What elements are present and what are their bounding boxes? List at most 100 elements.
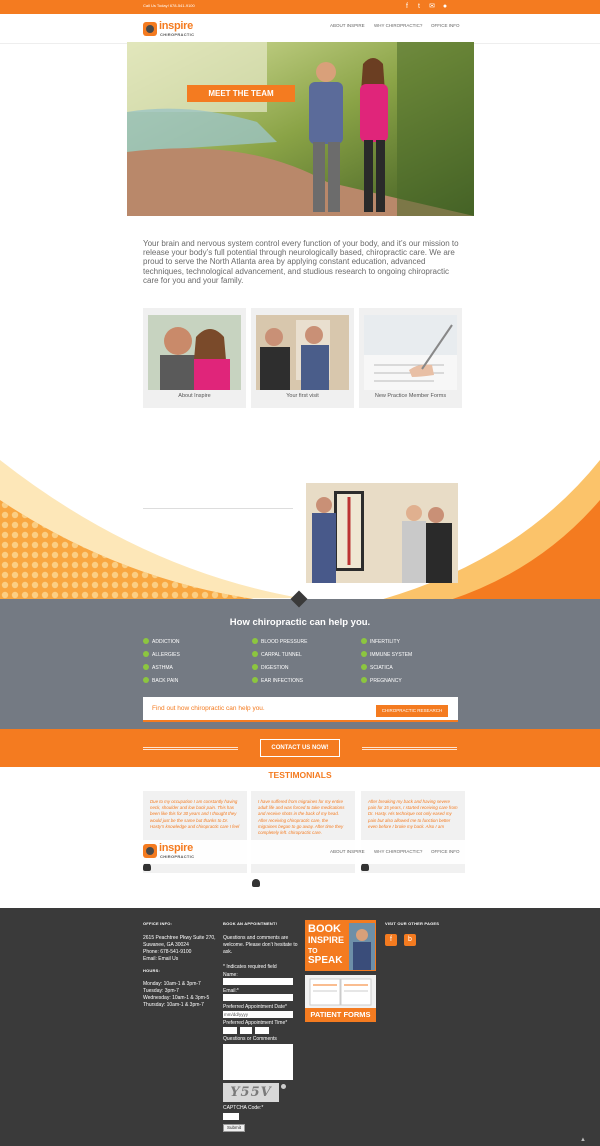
condition-label: IMMUNE SYSTEM [370,652,413,658]
check-icon [143,638,149,644]
hours-line: Thursday: 10am-1 & 3pm-7 [143,1002,204,1008]
logo-link[interactable]: inspire CHIROPRACTIC [143,20,203,40]
condition-infertility[interactable]: INFERTILITY [361,638,400,645]
scroll-top-icon[interactable]: ▲ [580,1137,586,1143]
captcha-input[interactable] [223,1113,239,1120]
condition-digestion[interactable]: DIGESTION [252,664,289,671]
couple-photo [148,315,241,390]
condition-label: CARPAL TUNNEL [261,652,302,658]
sticky-nav-why-chiropractic[interactable]: WHY CHIROPRACTIC? [374,849,422,854]
condition-back-pain[interactable]: BACK PAIN [143,677,178,684]
sticky-nav-about-inspire[interactable]: ABOUT INSPIRE [330,849,365,854]
appointment-heading: BOOK AN APPOINTMENT! [223,921,278,926]
facebook-icon[interactable]: f [402,2,412,12]
condition-carpal-tunnel[interactable]: CARPAL TUNNEL [252,651,302,658]
patient-forms-label: PATIENT FORMS [305,1008,376,1022]
hour-select[interactable] [223,1027,237,1034]
condition-label: ASTHMA [152,665,173,671]
minute-select[interactable] [240,1027,252,1034]
chiropractic-research-button[interactable]: CHIROPRACTIC RESEARCH [376,705,448,717]
condition-addiction[interactable]: ADDICTION [143,638,180,645]
testimonial-text: After breaking my back and having severe… [368,799,458,829]
sticky-nav-office-info[interactable]: OFFICE INFO [431,849,460,854]
site-footer: OFFICE INFO: 2615 Peachtree Pkwy Suite 2… [0,908,600,1146]
blogger-icon[interactable]: b [404,934,416,946]
card-new-practice-member-forms[interactable]: New Practice Member Forms [359,308,462,408]
hours-line: Wednesday: 10am-1 & 3pm-5 [143,995,210,1001]
phone-line: Phone: 678-541-9100 [143,949,192,955]
hours-line: Monday: 10am-1 & 3pm-7 [143,981,201,987]
condition-sciatica[interactable]: SCIATICA [361,664,393,671]
find-out-text: Find out how chiropractic can help you. [152,705,265,712]
twitter-icon[interactable]: t [414,2,424,12]
testimonial-text: I have suffered from migraines for my en… [258,799,345,836]
person-icon [143,863,151,871]
person-icon [361,863,369,871]
logo-word: inspire [159,842,193,854]
patient-forms-banner[interactable]: PATIENT FORMS [305,975,376,1022]
testimonial-text: Due to my occupation I am constantly hav… [150,799,240,829]
check-icon [252,651,258,657]
sticky-logo-link[interactable]: inspire CHIROPRACTIC [143,842,203,862]
date-label: Preferred Appointment Date* [223,1004,287,1010]
map-pin-icon[interactable]: ● [440,2,450,12]
sticky-header: inspire CHIROPRACTIC ABOUT INSPIRE WHY C… [0,840,600,864]
condition-label: EAR INFECTIONS [261,678,303,684]
condition-immune-system[interactable]: IMMUNE SYSTEM [361,651,412,658]
condition-label: ALLERGIES [152,652,180,658]
check-icon [252,638,258,644]
name-input[interactable] [223,978,293,985]
refresh-captcha-icon[interactable] [281,1084,286,1089]
email-icon[interactable]: ✉ [427,2,437,12]
logo-icon [143,844,157,858]
facebook-icon[interactable]: f [385,934,397,946]
check-icon [361,651,367,657]
condition-allergies[interactable]: ALLERGIES [143,651,180,658]
submit-button[interactable]: Submit [223,1124,245,1132]
nav-about-inspire[interactable]: ABOUT INSPIRE [330,23,365,28]
nav-office-info[interactable]: OFFICE INFO [431,23,460,28]
email-link[interactable]: Email: Email Us [143,956,216,963]
date-input[interactable]: mm/dd/yyyy [223,1011,293,1018]
logo-word: inspire [159,20,193,32]
condition-label: DIGESTION [261,665,289,671]
site-header: inspire CHIROPRACTIC ABOUT INSPIRE WHY C… [0,14,600,44]
orange-wave-graphic [0,460,600,600]
hours-heading: HOURS: [143,968,160,973]
condition-label: BACK PAIN [152,678,179,684]
condition-asthma[interactable]: ASTHMA [143,664,173,671]
card-about-inspire[interactable]: About Inspire [143,308,246,408]
contact-us-button[interactable]: CONTACT US NOW! [260,739,340,757]
card-your-first-visit[interactable]: Your first visit [251,308,354,408]
book-line: SPEAK [308,955,343,966]
how-section-title: How chiropractic can help you. [229,617,371,628]
check-icon [143,677,149,683]
condition-blood-pressure[interactable]: BLOOD PRESSURE [252,638,307,645]
speaker-photo [349,923,375,970]
condition-label: SCIATICA [370,665,393,671]
ampm-select[interactable] [255,1027,269,1034]
condition-label: INFERTILITY [370,639,400,645]
testimonials-title: TESTIMONIALS [268,770,332,780]
check-icon [143,664,149,670]
appointment-intro: Questions and comments are welcome. Plea… [223,935,298,955]
check-icon [361,664,367,670]
visit-other-pages-heading: VISIT OUR OTHER PAGES [385,921,440,926]
check-icon [143,651,149,657]
nav-why-chiropractic[interactable]: WHY CHIROPRACTIC? [374,23,422,28]
condition-label: PREGNANCY [370,678,402,684]
consultation-photo [256,315,349,390]
captcha-image: Y55V [223,1083,279,1102]
questions-textarea[interactable] [223,1044,293,1080]
meet-the-team-button[interactable]: MEET THE TEAM [187,85,295,102]
card-label: About Inspire [178,393,211,399]
condition-ear-infections[interactable]: EAR INFECTIONS [252,677,303,684]
condition-pregnancy[interactable]: PREGNANCY [361,677,402,684]
office-info-heading: OFFICE INFO: [143,921,173,926]
captcha-label: CAPTCHA Code:* [223,1105,264,1111]
book-inspire-to-speak-banner[interactable]: BOOK INSPIRE TO SPEAK [305,920,376,971]
contact-divider-left [143,747,238,750]
logo-subtitle: CHIROPRACTIC [160,854,195,859]
email-input[interactable] [223,994,293,1001]
office-address: 2615 Peachtree Pkwy Suite 270, Suwanee, … [143,935,216,963]
